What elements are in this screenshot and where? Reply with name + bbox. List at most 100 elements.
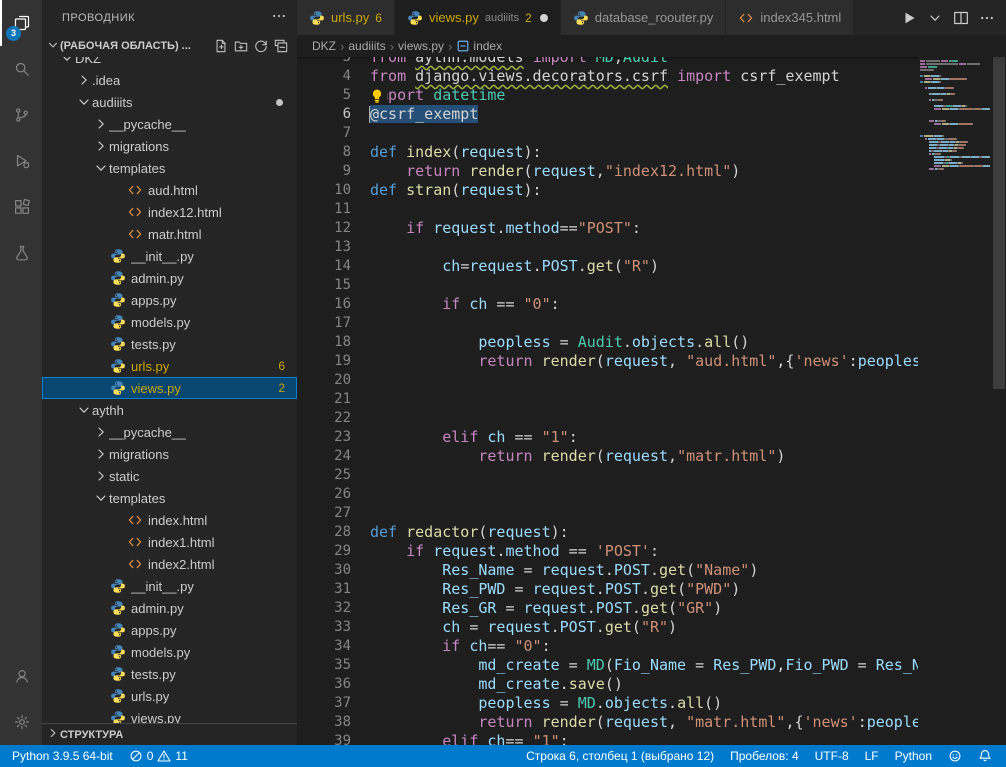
code-line[interactable]: 14 ch=request.POST.get("R") — [297, 257, 1006, 276]
code-line[interactable]: 34 if ch== "0": — [297, 637, 1006, 656]
account-button[interactable] — [0, 653, 42, 699]
line-number[interactable]: 4 — [297, 67, 370, 86]
split-editor-button[interactable] — [950, 7, 972, 29]
refresh-button[interactable] — [251, 36, 271, 56]
tree-item[interactable]: index1.html — [42, 531, 297, 553]
code-line[interactable]: 6@csrf_exempt — [297, 105, 1006, 124]
tree-item[interactable]: DKZ — [42, 57, 297, 69]
code-line[interactable]: 38 return render(request, "matr.html",{'… — [297, 713, 1006, 732]
editor-code[interactable]: 3from aythh.models import MD,Audit4from … — [297, 57, 1006, 745]
tree-item[interactable]: __init__.py — [42, 245, 297, 267]
tree-item[interactable]: aythh — [42, 399, 297, 421]
tree-item[interactable]: models.py — [42, 311, 297, 333]
workspace-section-header[interactable]: (РАБОЧАЯ ОБЛАСТЬ) ... — [42, 35, 297, 57]
tab-index345.html[interactable]: index345.html — [726, 0, 854, 35]
tree-item[interactable]: views.py2 — [42, 377, 297, 399]
code-line[interactable]: 11 — [297, 200, 1006, 219]
line-number[interactable]: 26 — [297, 485, 370, 504]
sidebar-more-actions-button[interactable] — [271, 8, 287, 27]
tree-item[interactable]: __pycache__ — [42, 113, 297, 135]
tab-views.py[interactable]: views.pyaudiiits2 — [395, 0, 561, 35]
outline-section-header[interactable]: СТРУКТУРА — [42, 723, 297, 745]
line-number[interactable]: 33 — [297, 618, 370, 637]
code-line[interactable]: 25 — [297, 466, 1006, 485]
tab-urls.py[interactable]: urls.py6 — [297, 0, 395, 35]
status-cursor-position[interactable]: Строка 6, столбец 1 (выбрано 12) — [518, 745, 722, 767]
tree-item[interactable]: __pycache__ — [42, 421, 297, 443]
line-number[interactable]: 39 — [297, 732, 370, 745]
breadcrumb-item[interactable]: index — [456, 39, 502, 53]
lightbulb-icon[interactable] — [369, 87, 387, 105]
tree-item[interactable]: urls.py — [42, 685, 297, 707]
code-line[interactable]: 30 Res_Name = request.POST.get("Name") — [297, 561, 1006, 580]
line-number[interactable]: 14 — [297, 257, 370, 276]
code-line[interactable]: 4from django.views.decorators.csrf impor… — [297, 67, 1006, 86]
extensions-button[interactable] — [0, 184, 42, 230]
code-line[interactable]: 3from aythh.models import MD,Audit — [297, 57, 1006, 67]
line-number[interactable]: 22 — [297, 409, 370, 428]
line-number[interactable]: 6 — [297, 105, 370, 124]
code-line[interactable]: 32 Res_GR = request.POST.get("GR") — [297, 599, 1006, 618]
status-python-interpreter[interactable]: Python 3.9.5 64-bit — [4, 745, 121, 767]
line-number[interactable]: 25 — [297, 466, 370, 485]
line-number[interactable]: 24 — [297, 447, 370, 466]
tree-item[interactable]: admin.py — [42, 597, 297, 619]
code-line[interactable]: 18 peopless = Audit.objects.all() — [297, 333, 1006, 352]
run-button[interactable] — [898, 7, 920, 29]
code-line[interactable]: 17 — [297, 314, 1006, 333]
code-line[interactable]: 35 md_create = MD(Fio_Name = Res_PWD,Fio… — [297, 656, 1006, 675]
code-line[interactable]: 39 elif ch== "1": — [297, 732, 1006, 745]
line-number[interactable]: 3 — [297, 57, 370, 67]
line-number[interactable]: 20 — [297, 371, 370, 390]
line-number[interactable]: 28 — [297, 523, 370, 542]
settings-button[interactable] — [0, 699, 42, 745]
breadcrumb-item[interactable]: DKZ — [312, 39, 336, 53]
tree-item[interactable]: templates — [42, 157, 297, 179]
line-number[interactable]: 9 — [297, 162, 370, 181]
line-number[interactable]: 5 — [297, 86, 370, 105]
code-line[interactable]: 29 if request.method == 'POST': — [297, 542, 1006, 561]
code-line[interactable]: 16 if ch == "0": — [297, 295, 1006, 314]
code-line[interactable]: 19 return render(request, "aud.html",{'n… — [297, 352, 1006, 371]
more-actions-button[interactable] — [976, 7, 998, 29]
line-number[interactable]: 32 — [297, 599, 370, 618]
code-line[interactable]: 31 Res_PWD = request.POST.get("PWD") — [297, 580, 1006, 599]
code-line[interactable]: 12 if request.method=="POST": — [297, 219, 1006, 238]
tree-item[interactable]: index12.html — [42, 201, 297, 223]
code-line[interactable]: 10def stran(request): — [297, 181, 1006, 200]
line-number[interactable]: 36 — [297, 675, 370, 694]
tree-item[interactable]: views.py — [42, 707, 297, 723]
explorer-button[interactable]: 3 — [0, 0, 42, 46]
code-line[interactable]: 21 — [297, 390, 1006, 409]
line-number[interactable]: 30 — [297, 561, 370, 580]
code-line[interactable]: 23 elif ch == "1": — [297, 428, 1006, 447]
line-number[interactable]: 37 — [297, 694, 370, 713]
tree-item[interactable]: urls.py6 — [42, 355, 297, 377]
scrollbar-thumb[interactable] — [993, 57, 1005, 389]
run-debug-button[interactable] — [0, 138, 42, 184]
new-folder-button[interactable] — [231, 36, 251, 56]
status-encoding[interactable]: UTF-8 — [807, 745, 857, 767]
line-number[interactable]: 21 — [297, 390, 370, 409]
tree-item[interactable]: tests.py — [42, 333, 297, 355]
tree-item[interactable]: models.py — [42, 641, 297, 663]
source-control-button[interactable] — [0, 92, 42, 138]
line-number[interactable]: 16 — [297, 295, 370, 314]
line-number[interactable]: 23 — [297, 428, 370, 447]
line-number[interactable]: 38 — [297, 713, 370, 732]
tree-item[interactable]: audiiits — [42, 91, 297, 113]
code-line[interactable]: 37 peopless = MD.objects.all() — [297, 694, 1006, 713]
status-indentation[interactable]: Пробелов: 4 — [722, 745, 807, 767]
tree-item[interactable]: matr.html — [42, 223, 297, 245]
line-number[interactable]: 7 — [297, 124, 370, 143]
tree-item[interactable]: __init__.py — [42, 575, 297, 597]
code-line[interactable]: 24 return render(request,"matr.html") — [297, 447, 1006, 466]
minimap[interactable] — [918, 57, 992, 745]
code-line[interactable]: 28def redactor(request): — [297, 523, 1006, 542]
status-eol[interactable]: LF — [857, 745, 887, 767]
run-dropdown-button[interactable] — [924, 7, 946, 29]
status-notifications[interactable] — [970, 745, 1000, 767]
tree-item[interactable]: static — [42, 465, 297, 487]
line-number[interactable]: 15 — [297, 276, 370, 295]
breadcrumb-item[interactable]: audiiits — [348, 39, 385, 53]
